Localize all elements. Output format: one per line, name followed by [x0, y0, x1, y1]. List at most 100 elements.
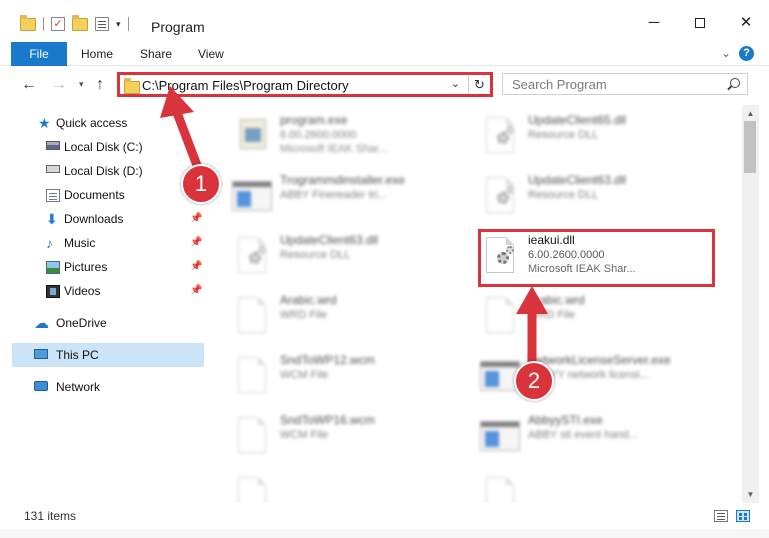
videos-icon — [46, 285, 60, 298]
file-tile[interactable]: Trogrammdinstaller.exe ABBY Finereader tr… — [208, 169, 438, 221]
local-disk-icon — [46, 141, 60, 150]
details-view-icon[interactable] — [714, 510, 728, 522]
file-name: Arabic.wrd — [280, 293, 337, 307]
dll-file-icon — [480, 115, 520, 157]
file-tile[interactable]: SndToWP12.wcm WCM File — [208, 349, 438, 401]
quick-access-toolbar: ✓ ▾ — [20, 14, 129, 31]
recent-locations-chevron-icon[interactable]: ▾ — [79, 79, 84, 90]
generic-file-icon — [232, 355, 272, 397]
file-tile[interactable]: SndToWP16.wcm WCM File — [208, 409, 438, 461]
sidebar-item-quick-access[interactable]: ★ Quick access — [0, 111, 204, 135]
toolbar-separator — [127, 17, 129, 31]
maximize-icon — [695, 18, 705, 29]
pin-icon: 📌 — [190, 237, 203, 248]
file-detail: Resource DLL — [528, 189, 599, 201]
sidebar-item-label: Pictures — [64, 260, 108, 274]
up-arrow-icon[interactable]: ↑ — [96, 76, 104, 94]
close-button[interactable]: ✕ — [723, 8, 769, 38]
toolbar-separator — [43, 17, 44, 31]
title-bar: ✓ ▾ Program ─ ✕ — [0, 0, 769, 42]
sidebar-item-local-disk-d[interactable]: Local Disk (D:) — [0, 159, 204, 183]
scroll-up-arrow-icon[interactable]: ▲ — [742, 105, 759, 122]
file-detail: WCM File — [280, 369, 329, 381]
music-icon: ♪ — [46, 235, 53, 251]
file-tile[interactable] — [208, 469, 438, 503]
sidebar-item-label: Local Disk (C:) — [64, 140, 143, 154]
file-detail: 6.00.2600.0000 — [280, 129, 357, 141]
window-title: Program — [151, 19, 205, 35]
forward-arrow-icon[interactable]: → — [51, 76, 67, 94]
status-bar: 131 items — [0, 503, 769, 529]
pin-icon: 📌 — [190, 261, 203, 272]
minimize-button[interactable]: ─ — [631, 8, 677, 38]
sidebar-item-this-pc[interactable]: This PC — [12, 343, 204, 367]
file-detail: WCM File — [280, 429, 329, 441]
file-name: Arabic.wrd — [528, 293, 585, 307]
sidebar-item-label: Documents — [64, 188, 125, 202]
tab-share[interactable]: Share — [140, 42, 172, 66]
file-name: SndToWP16.wcm — [280, 413, 375, 427]
address-folder-icon — [124, 78, 140, 94]
sidebar-item-network[interactable]: Network — [0, 375, 204, 399]
maximize-button[interactable] — [677, 8, 723, 38]
file-detail: Resource DLL — [528, 129, 599, 141]
exe-file-icon — [232, 175, 272, 217]
scrollbar-thumb[interactable] — [744, 121, 756, 173]
file-tile[interactable]: program.exe 6.00.2600.0000 Microsoft IEAK … — [208, 109, 438, 161]
properties-check-icon[interactable]: ✓ — [51, 17, 65, 31]
address-input[interactable]: C:\Program Files\Program Directory ⌄ ↻ — [117, 72, 493, 97]
address-bar-row: ← → ▾ ↑ C:\Program Files\Program Directo… — [0, 67, 769, 103]
tab-home[interactable]: Home — [81, 42, 113, 66]
new-folder-icon[interactable] — [72, 14, 88, 31]
tab-view[interactable]: View — [198, 42, 224, 66]
file-tile[interactable]: Arabic.wrd WRD File — [456, 289, 686, 341]
sidebar-item-local-disk-c[interactable]: Local Disk (C:) — [0, 135, 204, 159]
window-controls: ─ ✕ — [631, 8, 769, 38]
file-tile[interactable]: NetworkLicenseServer.exe ABBYY network li… — [456, 349, 686, 401]
downloads-icon: ⬇ — [46, 211, 58, 227]
file-name: UpdateClient63.dll — [528, 173, 627, 187]
sidebar-item-label: Videos — [64, 284, 101, 298]
file-tile[interactable]: UpdateClient65.dll Resource DLL — [456, 109, 686, 161]
customize-toolbar-chevron-icon[interactable]: ▾ — [116, 19, 121, 30]
generic-file-icon — [232, 415, 272, 457]
help-icon[interactable]: ? — [739, 46, 754, 61]
address-path: C:\Program Files\Program Directory — [142, 78, 349, 93]
sidebar-item-label: Music — [64, 236, 96, 250]
tab-file[interactable]: File — [11, 42, 67, 66]
pictures-icon — [46, 261, 60, 274]
address-dropdown-chevron-icon[interactable]: ⌄ — [451, 77, 460, 90]
file-name: SndToWP12.wcm — [280, 353, 375, 367]
file-tile[interactable]: AbbyySTI.exe ABBY sti event hand... — [456, 409, 686, 461]
vertical-scrollbar[interactable]: ▲ ▼ — [742, 105, 759, 503]
properties-list-icon[interactable] — [95, 17, 109, 31]
refresh-icon[interactable]: ↻ — [468, 75, 490, 94]
sidebar-item-documents[interactable]: Documents📌 — [0, 183, 204, 207]
sidebar-item-music[interactable]: ♪ Music 📌 — [0, 231, 204, 255]
item-count: 131 items — [24, 509, 77, 523]
generic-file-icon — [480, 475, 520, 503]
sidebar-item-pictures[interactable]: Pictures 📌 — [0, 255, 204, 279]
file-tile[interactable]: UpdateClient63.dll Resource DLL — [208, 229, 438, 281]
onedrive-cloud-icon: ☁ — [34, 315, 49, 332]
file-description: Microsoft IEAK Shar... — [280, 143, 388, 155]
file-tile[interactable]: UpdateClient63.dll Resource DLL — [456, 169, 686, 221]
back-arrow-icon[interactable]: ← — [21, 76, 37, 94]
sidebar-item-onedrive[interactable]: ☁ OneDrive — [0, 311, 204, 335]
expand-ribbon-chevron-icon[interactable]: ⌄ — [721, 46, 731, 60]
pin-icon: 📌 — [190, 285, 203, 296]
search-input[interactable]: Search Program — [502, 73, 748, 95]
file-tile[interactable]: Arabic.wrd WRD File — [208, 289, 438, 341]
folder-icon[interactable] — [20, 14, 36, 31]
search-icon — [730, 78, 740, 88]
sidebar-item-label: Quick access — [56, 116, 128, 130]
scroll-down-arrow-icon[interactable]: ▼ — [742, 486, 759, 503]
generic-file-icon — [232, 475, 272, 503]
generic-file-icon — [480, 295, 520, 337]
sidebar-item-videos[interactable]: Videos 📌 — [0, 279, 204, 303]
large-icons-view-icon[interactable] — [736, 510, 750, 522]
file-tile[interactable] — [456, 469, 686, 503]
sidebar-item-downloads[interactable]: ⬇ Downloads 📌 — [0, 207, 204, 231]
file-detail: Resource DLL — [280, 249, 351, 261]
navigation-pane: ★ Quick access Local Disk (C:) Local Disk (… — [0, 105, 206, 503]
